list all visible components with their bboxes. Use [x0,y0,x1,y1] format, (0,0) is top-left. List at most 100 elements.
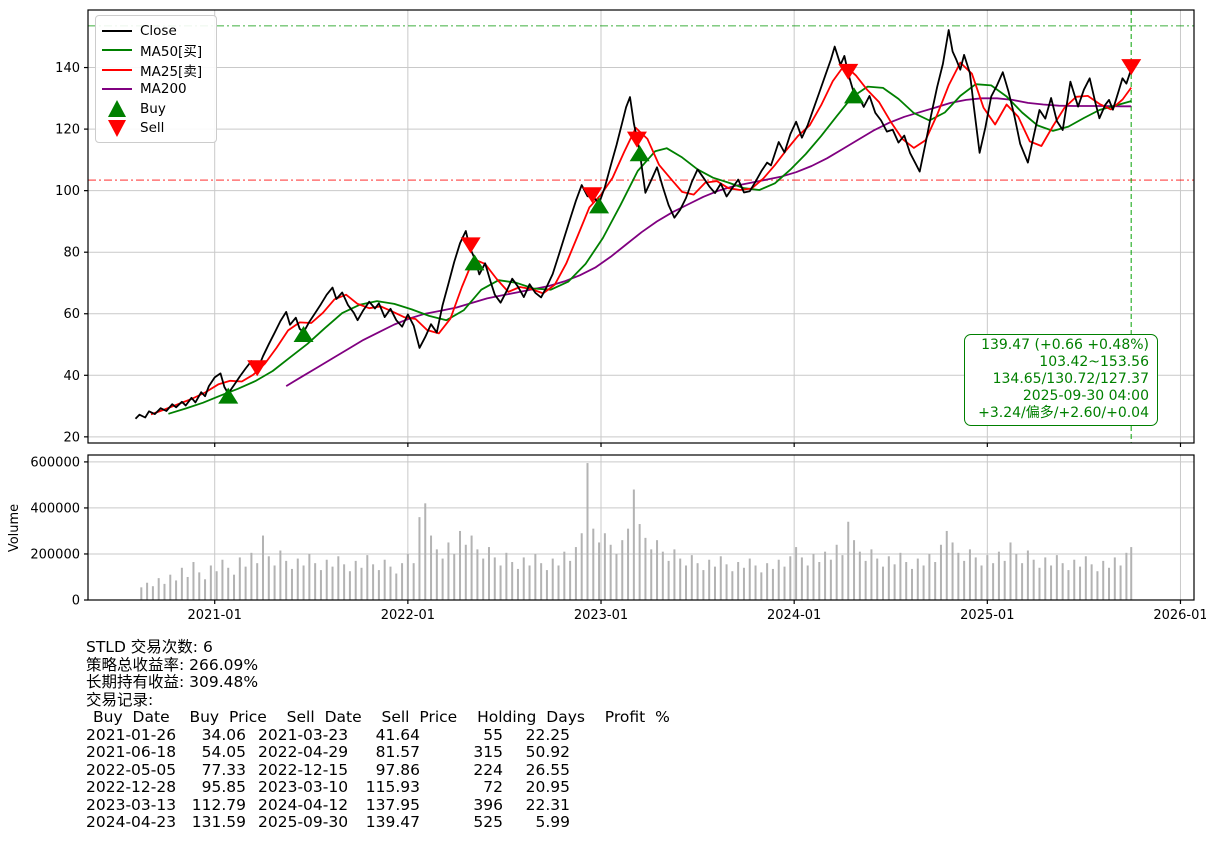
trade-cell: 22.25 [503,727,570,745]
volume-bar [679,559,681,600]
sell-triangle-icon [102,120,132,137]
stat-trade-count: STLD 交易次数: 6 [86,639,670,657]
volume-bar [355,561,357,600]
ma25-line-swatch [102,69,132,71]
price-ytick-label: 60 [63,307,80,322]
volume-bar [1027,551,1029,600]
volume-bar [662,552,664,600]
stat-strategy-return: 策略总收益率: 266.09% [86,657,670,675]
volume-bar [187,577,189,600]
volume-bar [755,565,757,600]
volume-bar [361,568,363,600]
volume-ytick-label: 600000 [30,455,80,470]
volume-bar [870,549,872,600]
volume-bar [888,556,890,600]
volume-bar [389,567,391,600]
volume-bar [621,540,623,600]
trade-cell: 72 [420,779,503,797]
volume-bar [575,547,577,600]
volume-axis-label: Volume [7,504,22,552]
volume-bar [500,565,502,600]
volume-xtick-label: 2023-01 [574,608,628,623]
volume-bar [743,568,745,600]
trade-cell: 2021-03-23 [246,727,358,745]
volume-bar [198,572,200,600]
volume-bar [274,565,276,600]
volume-bar [865,561,867,600]
trade-cell: 2022-12-28 [86,779,177,797]
volume-bar [917,559,919,600]
volume-bar [227,568,229,600]
trade-cell: 54.05 [177,744,246,762]
buy-marker [630,145,650,161]
annotation-ma-line: 134.65/130.72/127.37 [973,371,1149,388]
trade-cell: 2022-04-29 [246,744,358,762]
volume-bar [1085,556,1087,600]
trade-cell: 2025-09-30 [246,814,358,832]
volume-bar [152,586,154,600]
volume-bar [534,554,536,600]
volume-bar [175,580,177,600]
volume-bar [1120,565,1122,600]
volume-bar [644,538,646,600]
volume-bar [812,554,814,600]
trade-cell: 34.06 [177,727,246,745]
trade-cell: 95.85 [177,779,246,797]
volume-bar [158,578,160,600]
trade-row: 2024-04-23131.592025-09-30139.475255.99 [86,814,670,832]
trade-cell: 315 [420,744,503,762]
volume-bar [859,552,861,600]
volume-bar [807,565,809,600]
price-annotation-box: 139.47 (+0.66 +0.48%) 103.42~153.56 134.… [964,334,1158,426]
volume-bar [181,568,183,600]
trade-cell: 2024-04-23 [86,814,177,832]
trade-cell: 224 [420,762,503,780]
volume-bar [140,587,142,600]
volume-bar [169,575,171,600]
volume-bar [656,540,658,600]
volume-bar [824,552,826,600]
trade-cell: 50.92 [503,744,570,762]
volume-bar [714,567,716,600]
volume-bar [517,569,519,600]
volume-bar [830,560,832,600]
volume-bar [436,549,438,600]
volume-bar [940,545,942,600]
volume-bar [239,557,241,600]
volume-bar [279,551,281,600]
volume-bar [1073,560,1075,600]
volume-bar [1125,553,1127,600]
volume-bar [471,536,473,600]
volume-bar [784,567,786,600]
volume-bar [928,554,930,600]
volume-bar [384,560,386,600]
stat-buyhold-return: 长期持有收益: 309.48% [86,674,670,692]
trade-cell: 137.95 [358,797,420,815]
volume-bar [731,571,733,600]
volume-bar [262,536,264,600]
volume-bar [1015,554,1017,600]
trade-cell: 2023-03-13 [86,797,177,815]
volume-xtick-label: 2024-01 [767,608,821,623]
volume-bar [1130,547,1132,600]
volume-bar [899,553,901,600]
volume-bar [569,561,571,600]
volume-bar [882,567,884,600]
trade-row: 2022-05-0577.332022-12-1597.8622426.55 [86,762,670,780]
trade-cell: 115.93 [358,779,420,797]
annotation-date-line: 2025-09-30 04:00 [973,388,1149,405]
price-ytick-label: 140 [55,61,80,76]
trade-cell: 26.55 [503,762,570,780]
volume-bar [285,561,287,600]
legend-label: Sell [140,120,164,136]
volume-bar [303,565,305,600]
volume-bar [552,559,554,600]
price-ytick-label: 100 [55,184,80,199]
volume-bar [1114,557,1116,600]
volume-bar [343,564,345,600]
buy-triangle-icon [102,100,132,117]
volume-bar [911,569,913,600]
volume-bar [923,565,925,600]
sell-marker [838,64,858,80]
volume-bar [447,542,449,600]
